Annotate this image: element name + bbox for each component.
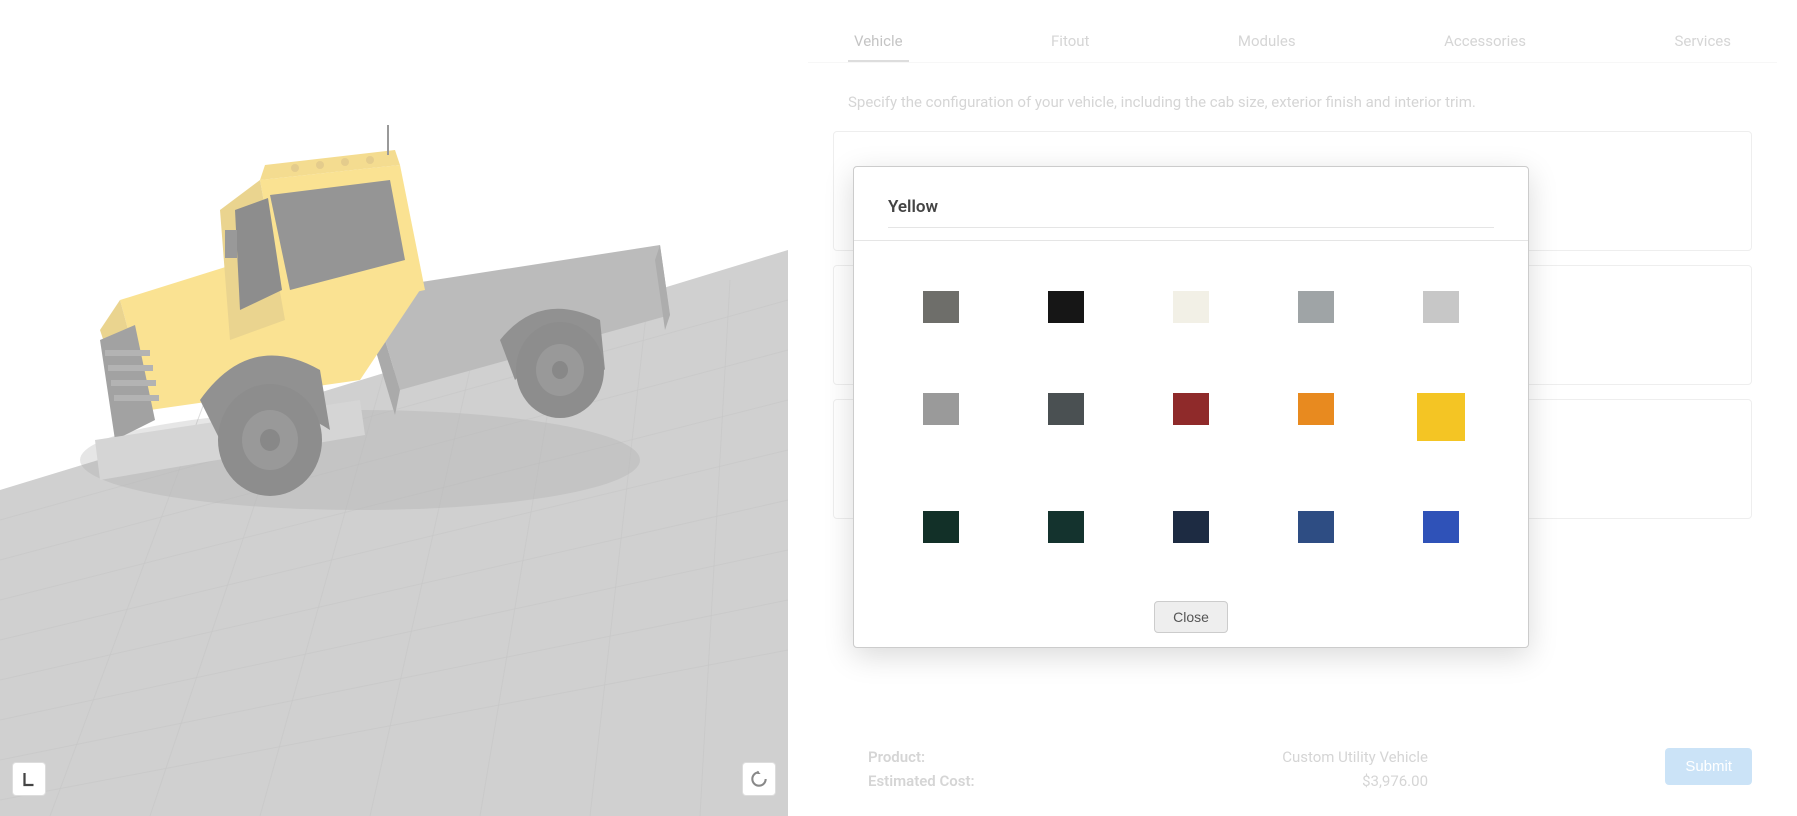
color-swatch-grid [914,291,1468,543]
color-swatch[interactable] [1298,511,1334,543]
viewer-tool-button-left[interactable] [12,762,46,796]
tab-services[interactable]: Services [1668,28,1737,62]
vehicle-3d-viewer[interactable] [0,0,788,816]
color-swatch[interactable] [1173,291,1209,323]
close-button[interactable]: Close [1154,601,1228,633]
config-footer: Product: Custom Utility Vehicle Estimate… [788,728,1797,816]
tab-modules[interactable]: Modules [1232,28,1302,62]
cost-label: Estimated Cost: [868,772,975,790]
color-swatch[interactable] [923,393,959,425]
submit-button[interactable]: Submit [1665,748,1752,785]
tool-icon [20,770,38,788]
color-swatch[interactable] [1417,393,1465,441]
color-swatch[interactable] [923,291,959,323]
color-modal-body[interactable] [854,241,1528,587]
config-tabs: Vehicle Fitout Modules Accessories Services [808,0,1777,63]
color-swatch[interactable] [1298,291,1334,323]
color-swatch[interactable] [1173,393,1209,425]
color-swatch[interactable] [1173,511,1209,543]
config-instruction: Specify the configuration of your vehicl… [808,63,1777,131]
tab-accessories[interactable]: Accessories [1438,28,1532,62]
cost-value: $3,976.00 [1362,772,1428,790]
color-swatch[interactable] [1048,511,1084,543]
refresh-icon [749,769,769,789]
tab-fitout[interactable]: Fitout [1045,28,1095,62]
color-modal-title: Yellow [888,197,1494,217]
color-swatch[interactable] [1048,291,1084,323]
color-swatch[interactable] [1298,393,1334,425]
color-picker-modal: Yellow Close [853,166,1529,648]
color-swatch[interactable] [1423,511,1459,543]
product-label: Product: [868,748,925,766]
color-swatch[interactable] [1048,393,1084,425]
tab-vehicle[interactable]: Vehicle [848,28,909,62]
viewer-tool-button-right[interactable] [742,762,776,796]
color-swatch[interactable] [1423,291,1459,323]
product-value: Custom Utility Vehicle [1282,748,1428,766]
color-swatch[interactable] [923,511,959,543]
